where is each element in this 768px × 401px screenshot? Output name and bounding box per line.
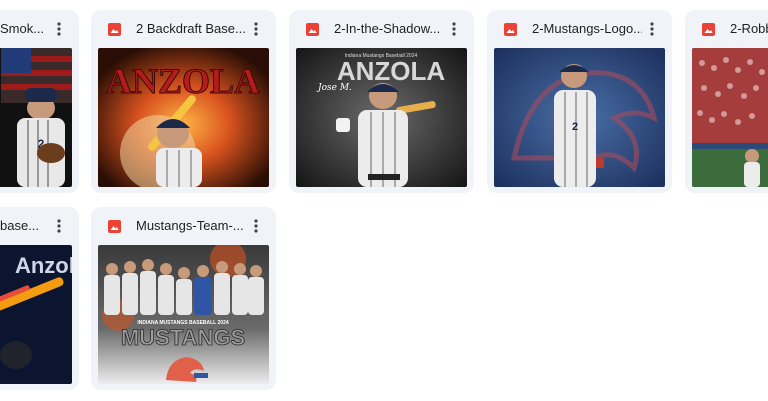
- file-thumbnail[interactable]: INDIANA MUSTANGS BASEBALL 2024 MUSTANGS: [98, 245, 269, 384]
- team-thumbnail-art: INDIANA MUSTANGS BASEBALL 2024 MUSTANGS: [98, 245, 269, 384]
- thumbnail-headline: ANZOLA: [337, 56, 446, 86]
- file-card[interactable]: 2-In-the-Shadow... Indiana Mustangs Base…: [289, 10, 474, 193]
- thumbnail-headline: MUSTANGS: [121, 325, 245, 350]
- smoke-thumbnail-art: 2: [0, 48, 72, 187]
- file-name: 2 Backdraft Base...: [136, 21, 246, 36]
- file-name: base...: [0, 218, 40, 233]
- more-options-icon[interactable]: [49, 216, 69, 236]
- file-thumbnail[interactable]: Indiana Mustangs Baseball 2024 ANZOLA Jo…: [296, 48, 467, 187]
- file-grid: Smok... 2 2 Backdraft Base... ANZOLA 2-I…: [0, 0, 768, 401]
- file-name: 2-Mustangs-Logo...: [532, 21, 642, 36]
- file-card[interactable]: base... Anzola: [0, 207, 79, 390]
- more-options-icon[interactable]: [444, 19, 464, 39]
- image-file-icon: [108, 220, 121, 233]
- mustangs-logo-thumbnail-art: 2: [494, 48, 665, 187]
- file-card[interactable]: 2-Mustangs-Logo... 2: [487, 10, 672, 193]
- file-thumbnail[interactable]: Anzola: [0, 245, 72, 384]
- jersey-number: 2: [572, 121, 578, 133]
- thumbnail-signature: Jose M.: [316, 83, 352, 93]
- file-card-header: base...: [0, 207, 79, 245]
- file-card[interactable]: Mustangs-Team-... INDIANA MUSTANGS BASEB…: [91, 207, 276, 390]
- file-card[interactable]: 2 Backdraft Base... ANZOLA: [91, 10, 276, 193]
- file-thumbnail[interactable]: [692, 48, 768, 187]
- thumbnail-headline: ANZOLA: [106, 61, 260, 101]
- file-card-header: Mustangs-Team-...: [91, 207, 276, 245]
- file-card-header: 2 Backdraft Base...: [91, 10, 276, 48]
- file-name: 2-In-the-Shadow...: [334, 21, 441, 36]
- baseball-thumbnail-art: Anzola: [0, 245, 72, 384]
- file-name: Smok...: [0, 21, 45, 36]
- image-file-icon: [504, 23, 517, 36]
- file-name: 2-Robb: [730, 21, 768, 36]
- file-card[interactable]: Smok... 2: [0, 10, 79, 193]
- backdraft-thumbnail-art: ANZOLA: [98, 48, 269, 187]
- file-card-header: 2-In-the-Shadow...: [289, 10, 474, 48]
- file-card-header: 2-Robb: [685, 10, 768, 48]
- more-options-icon[interactable]: [246, 19, 266, 39]
- file-card[interactable]: 2-Robb: [685, 10, 768, 193]
- more-options-icon[interactable]: [49, 19, 69, 39]
- thumbnail-headline: Anzola: [15, 253, 72, 278]
- file-card-header: 2-Mustangs-Logo...: [487, 10, 672, 48]
- more-options-icon[interactable]: [642, 19, 662, 39]
- image-file-icon: [702, 23, 715, 36]
- more-options-icon[interactable]: [246, 216, 266, 236]
- file-thumbnail[interactable]: 2: [0, 48, 72, 187]
- robbery-thumbnail-art: [692, 48, 768, 187]
- file-name: Mustangs-Team-...: [136, 218, 244, 233]
- file-thumbnail[interactable]: 2: [494, 48, 665, 187]
- image-file-icon: [108, 23, 121, 36]
- shadows-thumbnail-art: Indiana Mustangs Baseball 2024 ANZOLA Jo…: [296, 48, 467, 187]
- image-file-icon: [306, 23, 319, 36]
- file-card-header: Smok...: [0, 10, 79, 48]
- file-thumbnail[interactable]: ANZOLA: [98, 48, 269, 187]
